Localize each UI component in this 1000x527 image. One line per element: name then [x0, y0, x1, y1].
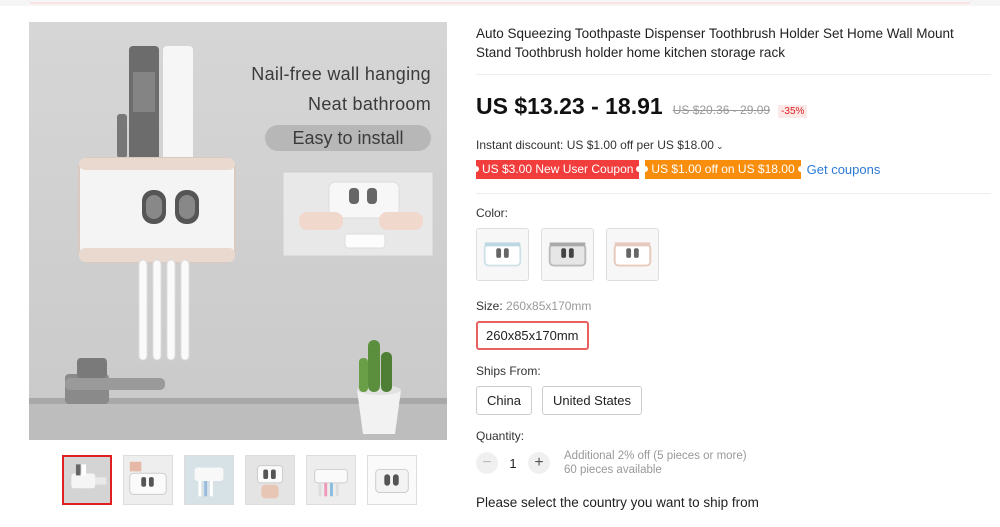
quantity-stepper: − 1 + Additional 2% off (5 pieces or mor… — [476, 449, 991, 477]
ship-country-prompt: Please select the country you want to sh… — [476, 495, 759, 510]
size-label: Size: 260x85x170mm — [476, 299, 991, 313]
quantity-label: Quantity: — [476, 429, 525, 443]
divider — [476, 74, 991, 75]
color-swatch-3[interactable] — [606, 228, 659, 281]
get-coupons-link[interactable]: Get coupons — [807, 162, 881, 177]
new-user-coupon[interactable]: US $3.00 New User Coupon — [472, 160, 643, 179]
quantity-value[interactable]: 1 — [498, 456, 528, 471]
product-title: Auto Squeezing Toothpaste Dispenser Toot… — [476, 26, 954, 60]
color-swatches — [476, 228, 991, 281]
thumbnail-3[interactable] — [184, 455, 234, 505]
divider — [476, 193, 991, 194]
quantity-increase-button[interactable]: + — [528, 452, 550, 474]
ship-option-china[interactable]: China — [476, 386, 532, 415]
ships-from-label: Ships From: — [476, 364, 541, 378]
ship-option-united-states[interactable]: United States — [541, 386, 643, 415]
main-product-image[interactable]: Nail-free wall hanging Neat bathroom Eas… — [29, 22, 447, 440]
thumbnail-6[interactable] — [367, 455, 417, 505]
color-label: Color: — [476, 206, 509, 220]
size-option-260x85x170mm[interactable]: 260x85x170mm — [476, 321, 589, 350]
thumbnail-strip — [62, 455, 417, 505]
thumbnail-5[interactable] — [306, 455, 356, 505]
product-info-panel: Auto Squeezing Toothpaste Dispenser Toot… — [472, 24, 991, 510]
price-original: US $20.36 - 29.09 — [672, 103, 771, 117]
stock-available-text: 60 pieces available — [564, 464, 662, 476]
price-current: US $13.23 - 18.91 — [476, 93, 663, 119]
chevron-down-icon: ⌄ — [715, 141, 724, 151]
size-label-text: Size: — [476, 299, 503, 313]
top-strip — [0, 0, 1000, 6]
price-row: US $13.23 - 18.91 US $20.36 - 29.09 -35% — [476, 93, 991, 120]
bulk-discount-text: Additional 2% off (5 pieces or more) — [564, 450, 747, 462]
quantity-info: Additional 2% off (5 pieces or more) 60 … — [564, 449, 747, 477]
thumbnail-1[interactable] — [62, 455, 112, 505]
thumbnail-2[interactable] — [123, 455, 173, 505]
hero-caption-line-1: Nail-free wall hanging — [251, 64, 431, 84]
instant-discount[interactable]: Instant discount: US $1.00 off per US $1… — [476, 138, 991, 152]
thumbnail-4[interactable] — [245, 455, 295, 505]
discount-badge: -35% — [778, 105, 808, 118]
instant-discount-text: Instant discount: US $1.00 off per US $1… — [476, 138, 714, 152]
color-swatch-2[interactable] — [541, 228, 594, 281]
ships-from-options: China United States — [476, 386, 991, 415]
store-coupon[interactable]: US $1.00 off on US $18.00 — [642, 160, 804, 179]
coupon-row: US $3.00 New User Coupon US $1.00 off on… — [472, 160, 991, 179]
hero-easy-install-pill: Easy to install — [265, 125, 431, 151]
color-swatch-1[interactable] — [476, 228, 529, 281]
size-selected-hint: 260x85x170mm — [506, 299, 592, 313]
hero-caption-line-2: Neat bathroom — [308, 94, 431, 114]
quantity-decrease-button[interactable]: − — [476, 452, 498, 474]
